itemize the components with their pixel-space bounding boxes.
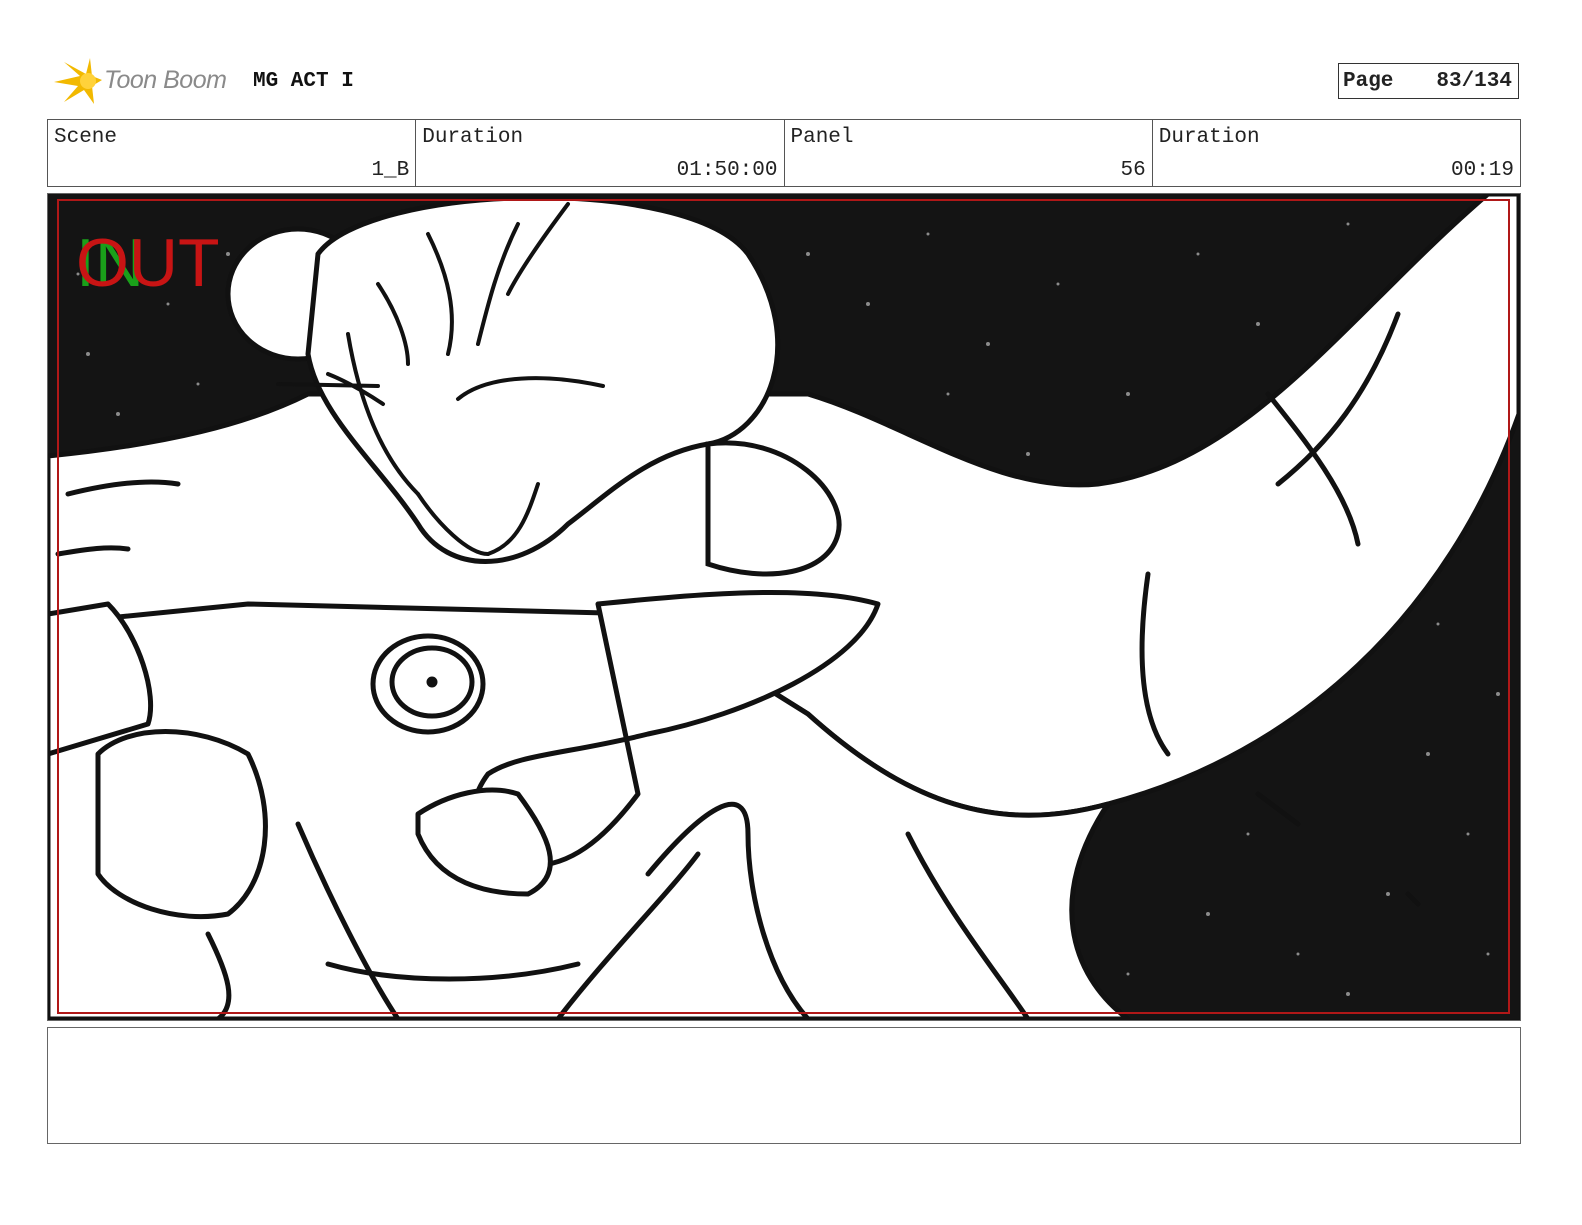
logo-text: Toon Boom xyxy=(104,66,227,94)
scene-value: 1_B xyxy=(371,159,410,182)
scene-label: Scene xyxy=(54,126,118,149)
page-indicator: Page 83/134 xyxy=(1338,63,1519,99)
storyboard-panel: IN OUT xyxy=(47,193,1521,1021)
page-value: 83/134 xyxy=(1436,69,1512,93)
scene-cell: Scene 1_B xyxy=(48,120,415,186)
panel-notes xyxy=(47,1027,1521,1144)
panel-duration-label: Duration xyxy=(1158,126,1260,149)
panel-duration-cell: Duration 00:19 xyxy=(1151,120,1520,186)
page-label: Page xyxy=(1343,69,1394,93)
panel-label: Panel xyxy=(790,126,854,149)
panel-info-table: Scene 1_B Duration 01:50:00 Panel 56 Dur… xyxy=(47,119,1521,187)
panel-duration-value: 00:19 xyxy=(1450,159,1514,182)
scene-duration-label: Duration xyxy=(422,126,524,149)
project-title: MG ACT I xyxy=(253,70,354,93)
panel-sketch: IN OUT xyxy=(48,194,1519,1019)
scene-duration-cell: Duration 01:50:00 xyxy=(415,120,783,186)
panel-value: 56 xyxy=(1120,159,1146,182)
out-marker: OUT xyxy=(76,225,220,301)
scene-duration-value: 01:50:00 xyxy=(676,159,778,182)
panel-cell: Panel 56 xyxy=(783,120,1152,186)
